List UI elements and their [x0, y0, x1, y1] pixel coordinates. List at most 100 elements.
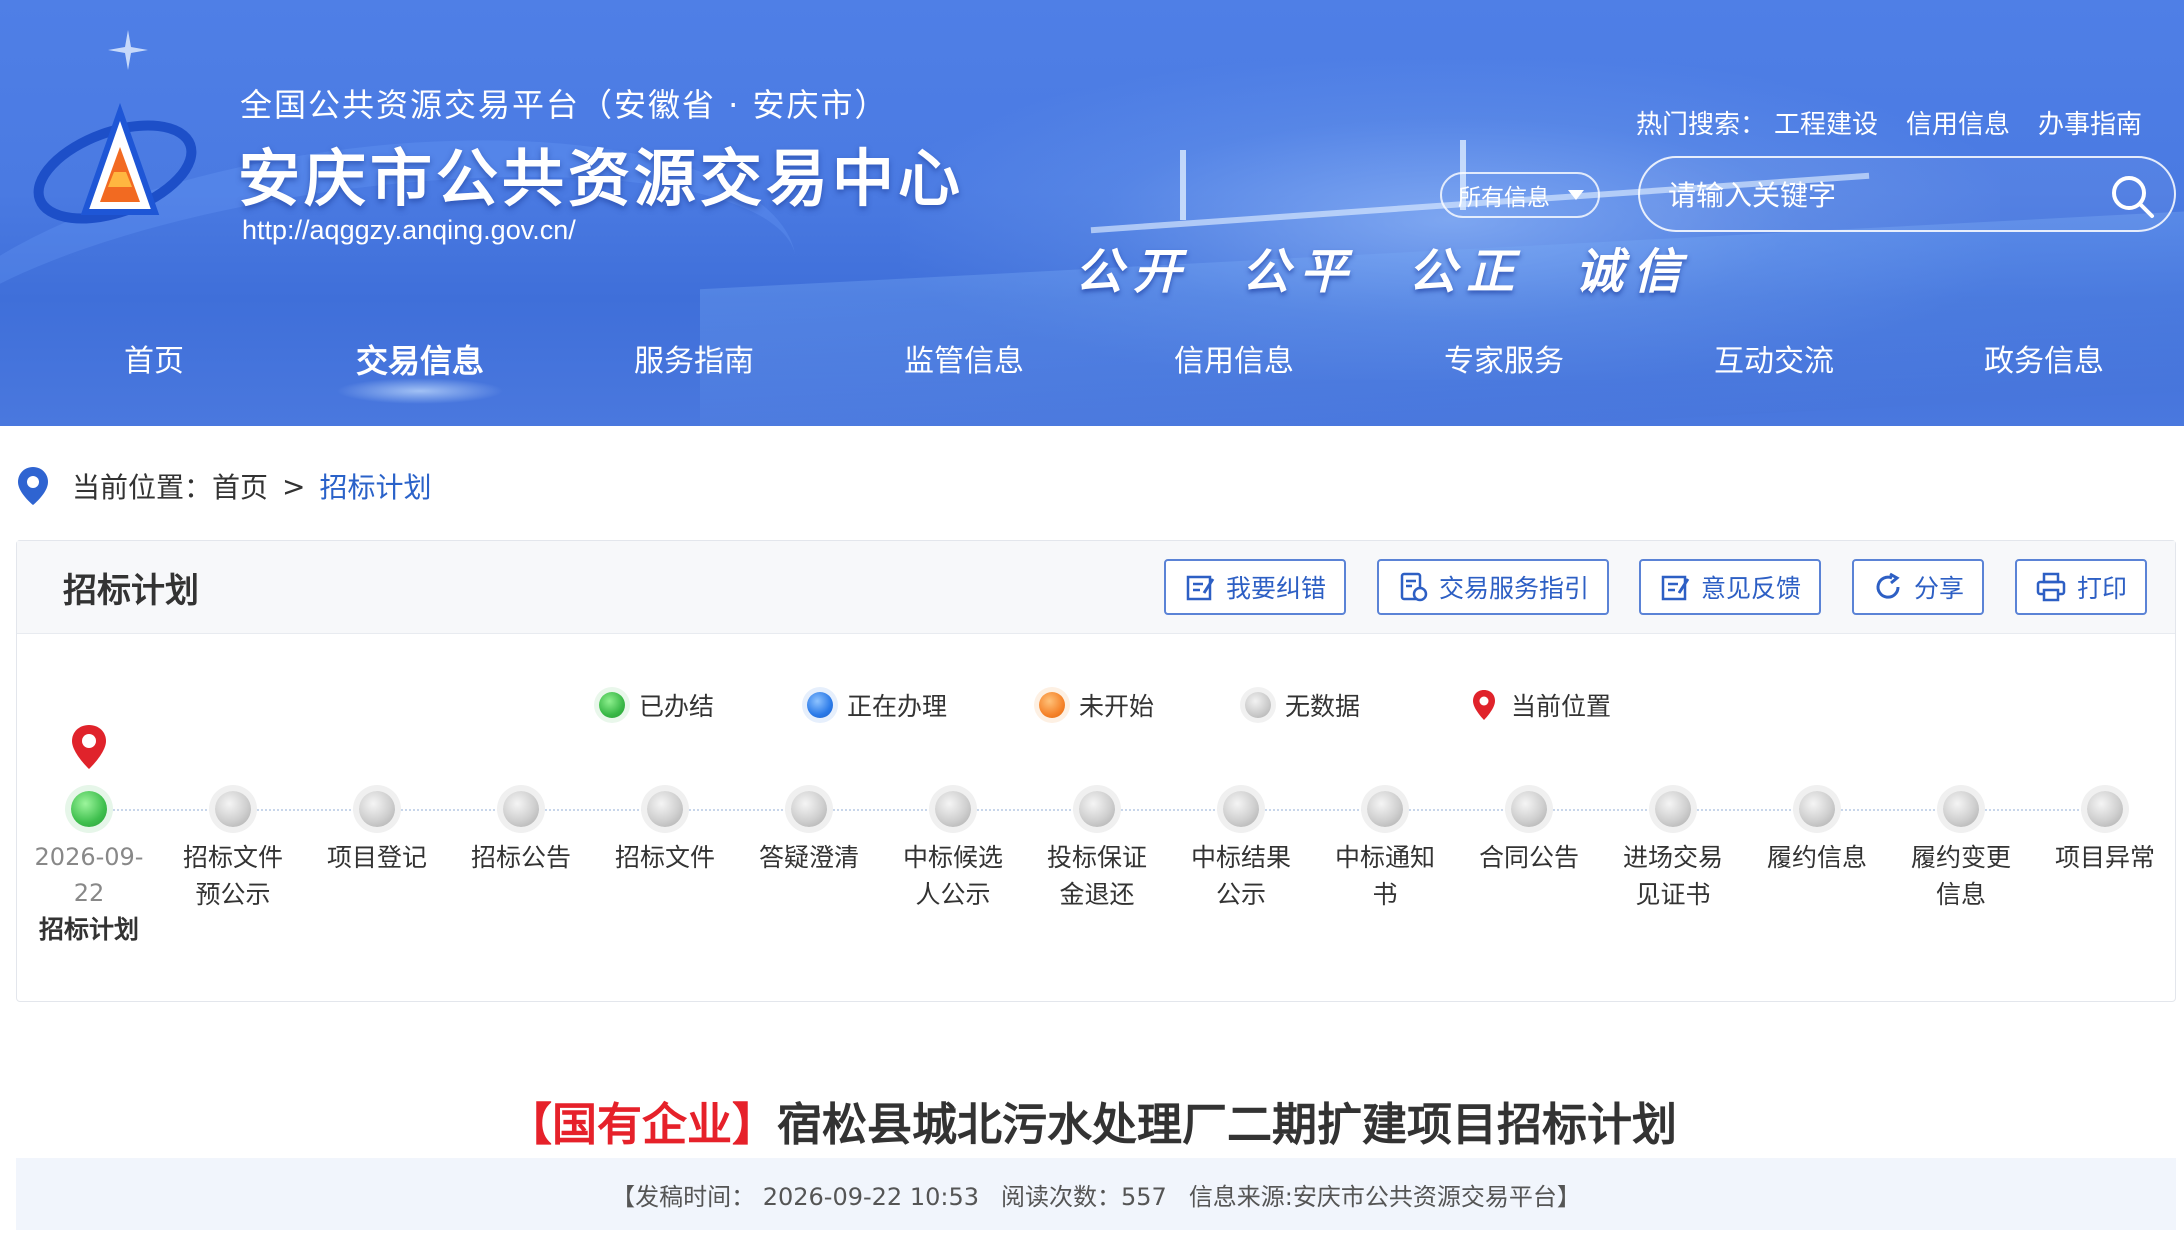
article-meta: 【发稿时间： 2026-09-22 10:53 阅读次数：557 信息来源:安庆… [16, 1158, 2176, 1230]
step-label: 投标保证 金退还 [1032, 839, 1162, 913]
step-label: 招标公告 [456, 839, 586, 876]
print-button[interactable]: 打印 [2015, 559, 2148, 615]
hot-search-link[interactable]: 工程建设 [1774, 104, 1878, 141]
step-label: 中标通知 书 [1320, 839, 1450, 913]
feedback-button[interactable]: 意见反馈 [1639, 559, 1822, 615]
search-scope-value: 所有信息 [1458, 185, 1550, 211]
hot-search-link[interactable]: 办事指南 [2038, 104, 2142, 141]
step-label: 中标结果 公示 [1176, 839, 1306, 913]
nav-item-interaction[interactable]: 互动交流 [1714, 336, 1834, 380]
site-logo-icon[interactable] [30, 92, 200, 232]
feedback-label: 意见反馈 [1701, 574, 1802, 603]
edit-icon [1186, 575, 1215, 601]
progress-panel: 招标计划 我要纠错 交易服务指引 意见反馈 分享 打印 已办结 正在办理 未开始… [16, 540, 2176, 1002]
legend-done-label: 已办结 [639, 692, 715, 721]
printer-icon [2036, 572, 2066, 602]
step-label-line: 履约信息 [1766, 843, 1867, 872]
legend-doing-label: 正在办理 [847, 692, 948, 721]
breadcrumb-separator: > [282, 469, 306, 503]
step-node [359, 791, 395, 827]
timeline-step[interactable]: 招标文件 [600, 791, 730, 876]
service-guide-button[interactable]: 交易服务指引 [1377, 559, 1610, 615]
step-label: 合同公告 [1464, 839, 1594, 876]
step-label-line: 中标结果 [1190, 843, 1291, 872]
step-label-line: 金退还 [1059, 880, 1135, 909]
panel-title: 招标计划 [63, 571, 199, 611]
share-button[interactable]: 分享 [1852, 559, 1985, 615]
step-node [1655, 791, 1691, 827]
step-label: 项目登记 [312, 839, 442, 876]
search-box[interactable] [1638, 156, 2176, 232]
timeline-step[interactable]: 合同公告 [1464, 791, 1594, 876]
step-label-line: 书 [1372, 880, 1398, 909]
nav-item-expert[interactable]: 专家服务 [1444, 336, 1564, 380]
site-url[interactable]: http://aqggzy.anqing.gov.cn/ [242, 215, 576, 246]
nav-item-trade-info[interactable]: 交易信息 [335, 336, 505, 404]
step-label-line: 信息 [1935, 880, 1986, 909]
timeline-step[interactable]: 中标通知 书 [1320, 791, 1450, 913]
document-guide-icon [1400, 572, 1428, 602]
report-error-button[interactable]: 我要纠错 [1164, 559, 1347, 615]
search-icon[interactable] [2108, 172, 2156, 220]
report-error-label: 我要纠错 [1226, 574, 1327, 603]
legend-current-label: 当前位置 [1511, 692, 1612, 721]
timeline-step[interactable]: 招标公告 [456, 791, 586, 876]
timeline-step[interactable]: 进场交易 见证书 [1608, 791, 1738, 913]
search-input[interactable] [1666, 172, 2090, 218]
nav-item-supervision[interactable]: 监管信息 [904, 336, 1024, 380]
timeline-step[interactable]: 项目登记 [312, 791, 442, 876]
step-node [503, 791, 539, 827]
blue-dot-icon [807, 692, 833, 718]
nav-item-credit[interactable]: 信用信息 [1174, 336, 1294, 380]
article-title-text: 宿松县城北污水处理厂二期扩建项目招标计划 [777, 1098, 1678, 1151]
timeline-step[interactable]: 中标结果 公示 [1176, 791, 1306, 913]
step-label: 进场交易 见证书 [1608, 839, 1738, 913]
nav-item-government[interactable]: 政务信息 [1984, 336, 2104, 380]
timeline-step[interactable]: 履约变更 信息 [1896, 791, 2026, 913]
step-date-line: 2026-09- [34, 843, 144, 871]
meta-reads-value: 557 [1121, 1182, 1167, 1211]
legend-none-label: 无数据 [1285, 692, 1361, 721]
timeline-step[interactable]: 答疑澄清 [744, 791, 874, 876]
meta-publish-value: 2026-09-22 10:53 [762, 1182, 979, 1211]
step-date: 2026-09- 22 [24, 839, 154, 911]
hot-search: 热门搜索： 工程建设 信用信息 办事指南 [1636, 104, 2142, 141]
meta-source: 信息来源:安庆市公共资源交易平台】 [1188, 1182, 1581, 1211]
step-label-line: 中标候选 [902, 843, 1003, 872]
hot-search-link[interactable]: 信用信息 [1906, 104, 2010, 141]
step-node [935, 791, 971, 827]
site-title[interactable]: 安庆市公共资源交易中心 [238, 128, 964, 218]
step-node [2087, 791, 2123, 827]
step-label-line: 项目登记 [326, 843, 427, 872]
current-location-pin-icon [1473, 690, 1495, 720]
step-node [1511, 791, 1547, 827]
gray-dot-icon [1245, 692, 1271, 718]
legend-todo: 未开始 [1039, 687, 1154, 723]
meta-reads-label: 阅读次数： [1001, 1182, 1121, 1211]
sparkle-icon [108, 30, 148, 70]
timeline-step[interactable]: 履约信息 [1752, 791, 1882, 876]
breadcrumb-current[interactable]: 招标计划 [320, 466, 432, 506]
step-label-line: 履约变更 [1910, 843, 2011, 872]
timeline-step[interactable]: 投标保证 金退还 [1032, 791, 1162, 913]
step-label-line: 招标文件 [614, 843, 715, 872]
step-node [647, 791, 683, 827]
step-label-line: 进场交易 [1622, 843, 1723, 872]
current-location-pin-icon [72, 725, 106, 769]
timeline-step[interactable]: 2026-09- 22 招标计划 [24, 791, 154, 948]
timeline-step[interactable]: 项目异常 [2040, 791, 2170, 876]
search-scope-select[interactable]: 所有信息 [1440, 172, 1600, 218]
breadcrumb-home[interactable]: 首页 [212, 466, 268, 506]
step-label: 履约信息 [1752, 839, 1882, 876]
nav-item-service-guide[interactable]: 服务指南 [634, 336, 754, 380]
nav-item-home[interactable]: 首页 [124, 336, 184, 380]
main-nav: 首页 交易信息 服务指南 监管信息 信用信息 专家服务 互动交流 政务信息 [0, 336, 2184, 404]
share-icon [1876, 572, 1900, 599]
timeline-step[interactable]: 招标文件 预公示 [168, 791, 298, 913]
step-label-line: 合同公告 [1478, 843, 1579, 872]
step-label: 履约变更 信息 [1896, 839, 2026, 913]
timeline-step[interactable]: 中标候选 人公示 [888, 791, 1018, 913]
step-label-line: 见证书 [1635, 880, 1711, 909]
step-label-line: 人公示 [915, 880, 991, 909]
step-label-line: 预公示 [195, 880, 271, 909]
